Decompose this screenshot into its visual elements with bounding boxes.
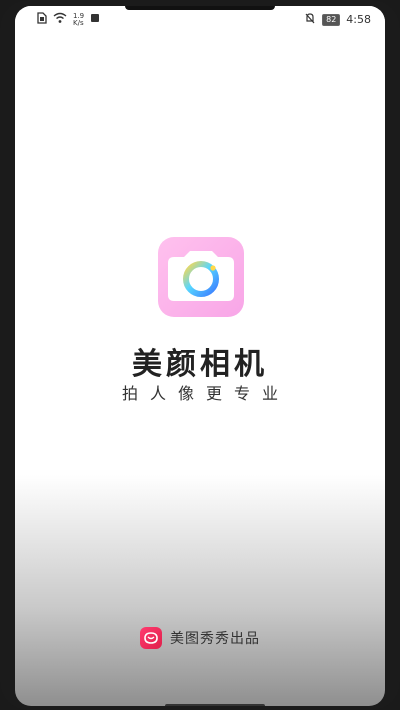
notifications-off-icon: [304, 12, 316, 27]
publisher-text: 美图秀秀出品: [170, 631, 260, 647]
home-indicator: [165, 704, 265, 706]
app-title: 美颜相机: [132, 347, 268, 382]
publisher-credit: 美图秀秀出品: [15, 627, 385, 649]
status-right: 82 4:58: [304, 12, 371, 27]
meitu-logo-icon: [140, 627, 162, 649]
status-left: 1.9 K/s: [37, 12, 100, 27]
camera-notch: [125, 6, 275, 10]
camera-icon: [168, 251, 234, 301]
app-logo: [158, 237, 244, 317]
network-speed-unit: K/s: [73, 18, 84, 27]
splash-screen: 1.9 K/s 82 4:58 美颜相机 拍人像更专业 美图秀秀出品: [15, 6, 385, 706]
wifi-icon: [53, 12, 67, 27]
clock: 4:58: [346, 13, 371, 26]
status-bar: 1.9 K/s 82 4:58: [15, 6, 385, 32]
notification-square-icon: [90, 13, 100, 26]
app-tagline: 拍人像更专业: [121, 384, 290, 403]
sim-icon: [37, 12, 47, 27]
network-speed: 1.9 K/s: [73, 12, 84, 27]
phone-frame: 1.9 K/s 82 4:58 美颜相机 拍人像更专业 美图秀秀出品: [0, 0, 400, 710]
battery-indicator: 82: [322, 13, 341, 26]
